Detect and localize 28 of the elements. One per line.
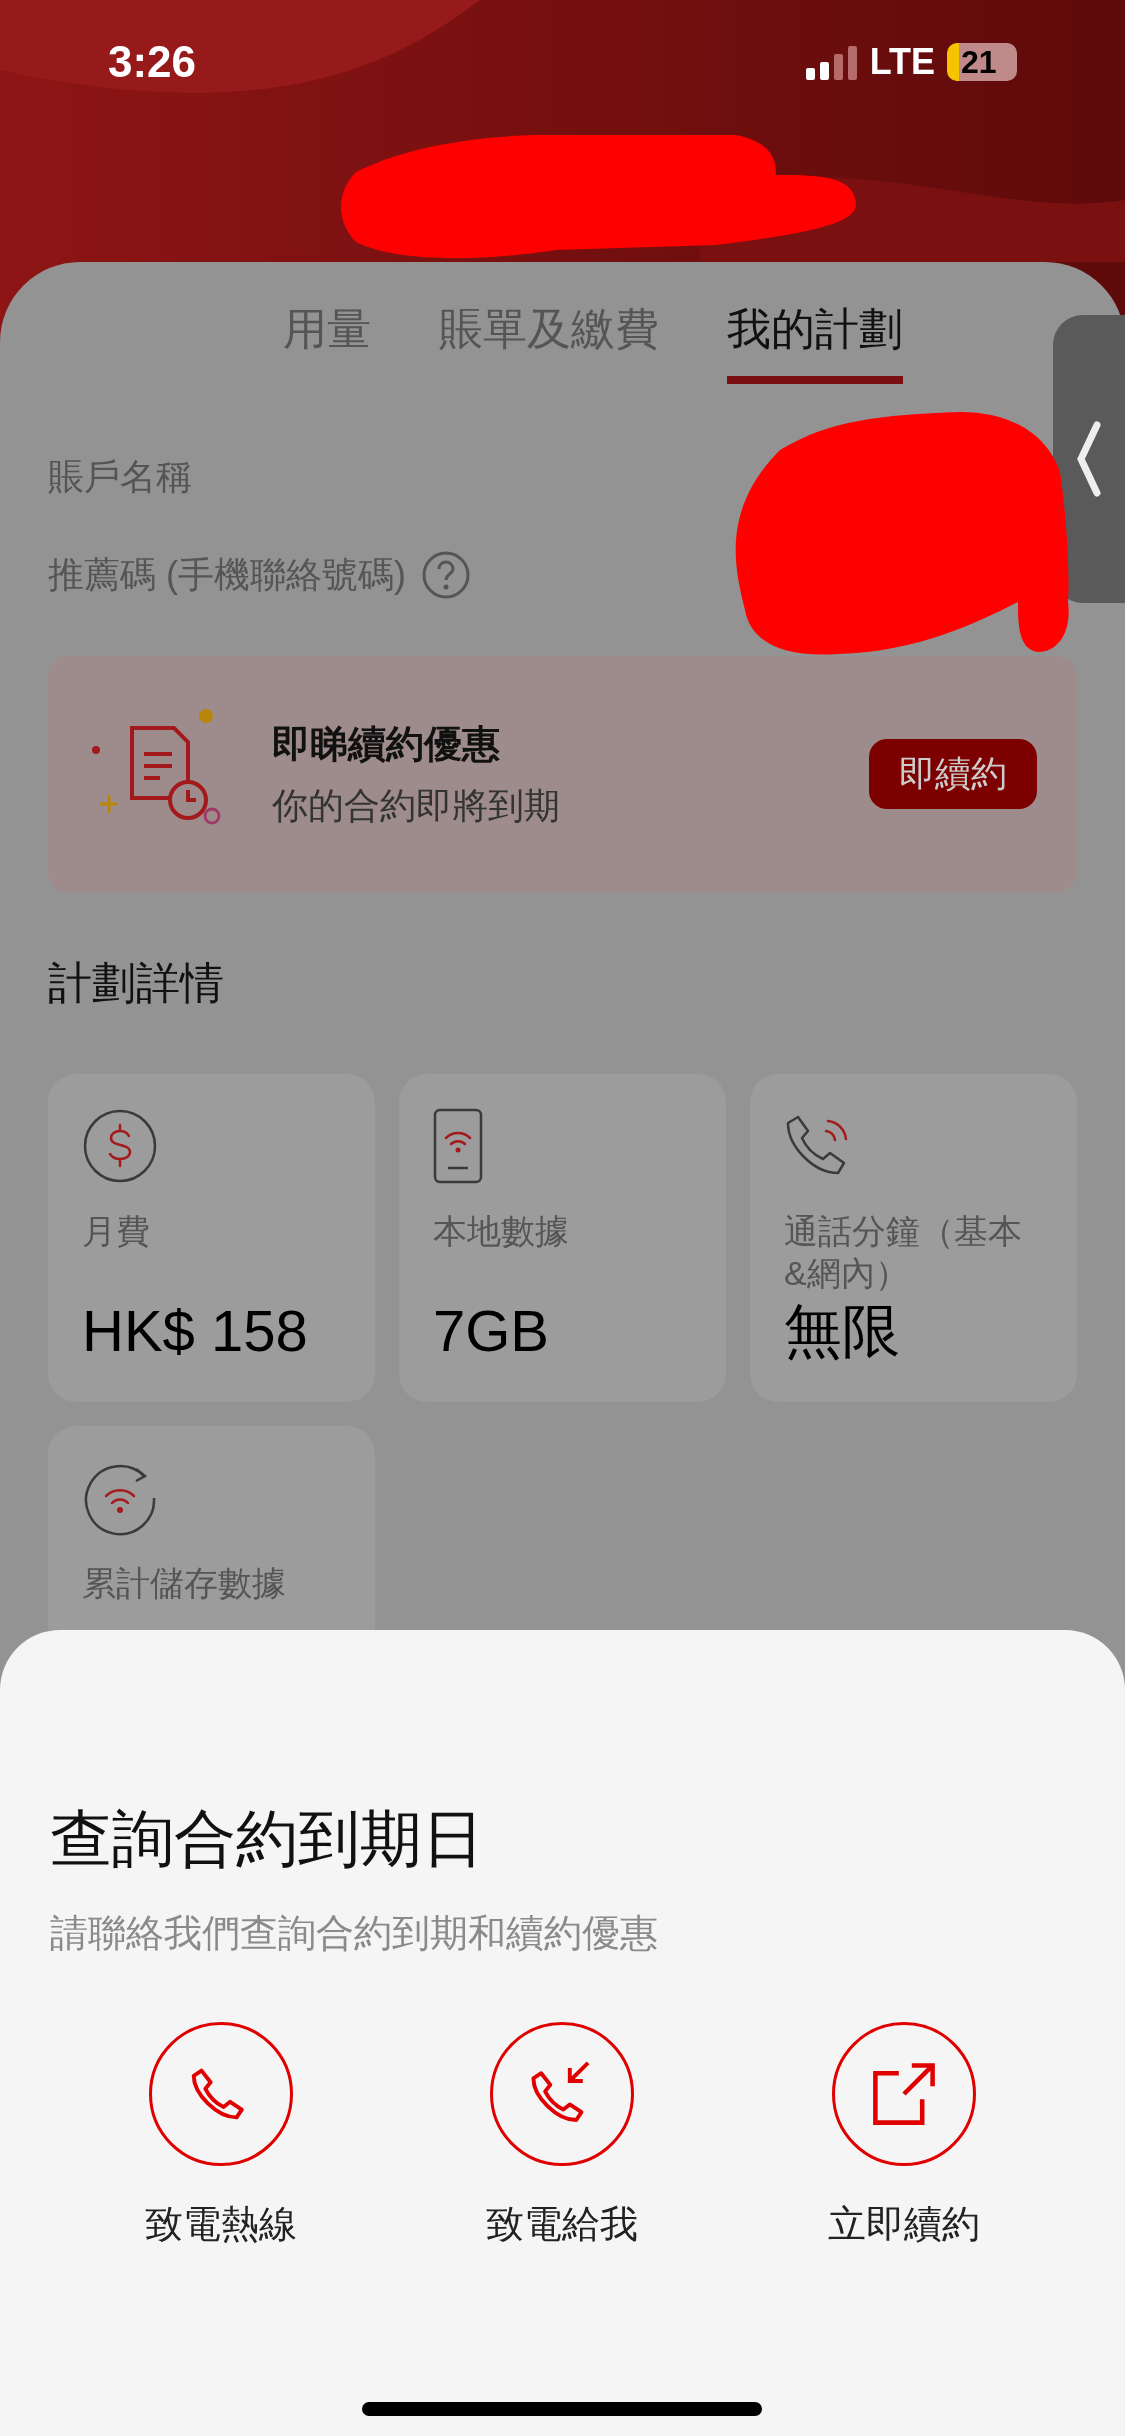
status-time: 3:26	[108, 36, 197, 88]
help-icon	[422, 551, 470, 599]
action-button[interactable]: 致電給我	[391, 2022, 734, 2253]
plan-label: 本地數據	[433, 1211, 570, 1252]
section-title: 計劃詳情	[48, 957, 224, 1009]
plan-label: 月費	[82, 1211, 151, 1252]
promo-subtitle: 你的合約即將到期	[272, 783, 561, 828]
plan-label: 通話分鐘（基本&網內）	[784, 1211, 1023, 1294]
plan-label: 累計儲存數據	[82, 1563, 287, 1604]
signal-icon	[805, 44, 858, 80]
dollar-icon	[82, 1108, 158, 1184]
plan-value: HK$ 158	[82, 1302, 309, 1360]
phone-wifi-icon	[433, 1108, 483, 1184]
side-handle[interactable]	[1053, 315, 1125, 603]
account-name-label: 賬戶名稱	[48, 455, 192, 499]
sheet-title: 查詢合約到期日	[50, 1803, 485, 1875]
chevron-left-icon	[1077, 421, 1101, 497]
plan-value: 7GB	[433, 1302, 551, 1360]
tab[interactable]: 我的計劃	[726, 296, 903, 384]
sheet-subtitle: 請聯絡我們查詢合約到期和續約優惠	[50, 1911, 659, 1956]
action-button[interactable]: 致電熱線	[50, 2022, 392, 2253]
network-label: LTE	[869, 40, 935, 84]
promo-title: 即睇續約優惠	[272, 721, 501, 767]
referral-label: 推薦碼 (手機聯絡號碼)	[48, 553, 406, 597]
action-button[interactable]: 立即續約	[733, 2022, 1075, 2253]
renew-button[interactable]: 即續約	[869, 739, 1037, 809]
battery-icon: 21	[947, 43, 1017, 81]
plan-value: 無限	[784, 1302, 901, 1360]
